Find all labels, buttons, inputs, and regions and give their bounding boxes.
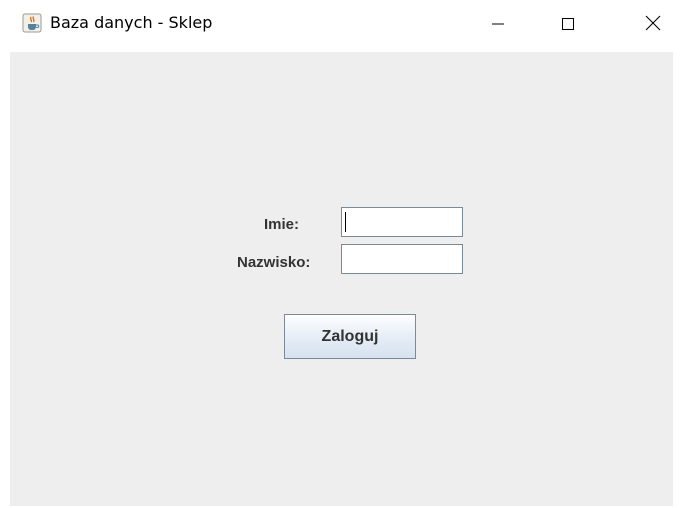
nazwisko-label: Nazwisko: [237,254,311,271]
imie-label: Imie: [264,216,300,233]
nazwisko-input[interactable] [341,244,463,274]
close-icon [645,15,661,35]
minimize-button[interactable] [475,0,521,50]
java-cup-icon [22,13,42,33]
maximize-button[interactable] [545,0,591,50]
minimize-icon [491,16,505,35]
login-panel: Imie: Nazwisko: Zaloguj [10,52,673,506]
imie-input[interactable] [341,207,463,237]
maximize-icon [561,16,575,35]
text-caret [345,212,346,232]
app-window: Baza danych - Sklep Imie: Nazwisko: Zalo… [0,0,683,508]
close-button[interactable] [630,0,676,50]
title-bar[interactable]: Baza danych - Sklep [0,0,683,50]
login-button[interactable]: Zaloguj [284,314,416,359]
window-title: Baza danych - Sklep [50,13,213,32]
